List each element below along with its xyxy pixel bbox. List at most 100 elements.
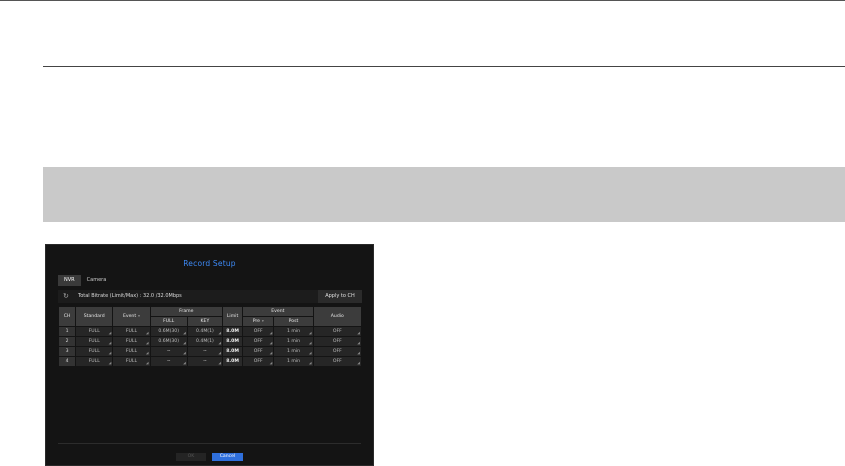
frame-full-select[interactable]: 0.6M(30) ◢ [150,337,187,346]
dropdown-arrow-icon: ◢ [108,351,112,355]
limit-cell: 8.0M [223,327,243,336]
tab-camera[interactable]: Camera [81,275,113,286]
frame-full-select[interactable]: ~ ◢ [150,357,187,366]
dropdown-arrow-icon: ◢ [357,361,360,365]
audio-select[interactable]: OFF ◢ [313,357,361,366]
dropdown-arrow-icon: ◢ [357,351,360,355]
col-header-post: Post [274,317,313,326]
table-row: 3 FULL ◢ FULL ◢ ~ ◢ ~ ◢ 8.0M OFF ◢ 1 min ◢ OFF… [59,347,361,356]
dropdown-arrow-icon: ◢ [308,361,312,365]
standard-select[interactable]: FULL ◢ [76,357,113,366]
refresh-icon[interactable]: ↻ [63,291,69,302]
pre-value: OFF [253,339,263,344]
frame-full-value: ~ [166,349,171,354]
col-header-pre[interactable]: Pre ▾ [243,317,274,326]
col-header-standard: Standard [76,307,113,326]
standard-value: FULL [88,349,100,354]
limit-cell: 8.0M [223,357,243,366]
gray-banner [43,167,845,222]
frame-key-value: ~ [202,359,207,364]
frame-full-select[interactable]: 0.6M(30) ◢ [150,327,187,336]
dropdown-arrow-icon: ◢ [269,351,273,355]
bitrate-bar: ↻ Total Bitrate (Limit/Max) : 32.0 /32.0… [58,290,362,303]
post-value: 1 min [286,329,300,334]
limit-cell: 8.0M [223,337,243,346]
audio-select[interactable]: OFF ◢ [313,347,361,356]
footer-divider [58,443,361,444]
event-select[interactable]: FULL ◢ [113,327,150,336]
chevron-down-icon: ▾ [262,319,264,323]
standard-value: FULL [88,339,100,344]
frame-full-value: 0.6M(30) [158,329,180,334]
standard-value: FULL [88,329,100,334]
pre-value: OFF [253,349,263,354]
dialog-title: Record Setup [183,259,236,268]
audio-select[interactable]: OFF ◢ [313,337,361,346]
dropdown-arrow-icon: ◢ [145,361,149,365]
dropdown-arrow-icon: ◢ [183,351,186,355]
pre-value: OFF [253,359,263,364]
audio-value: OFF [332,339,342,344]
pre-select[interactable]: OFF ◢ [243,327,274,336]
post-select[interactable]: 1 min ◢ [274,347,313,356]
dropdown-arrow-icon: ◢ [108,331,112,335]
total-bitrate-text: Total Bitrate (Limit/Max) : 32.0 /32.0Mb… [78,293,182,299]
cancel-button[interactable]: Cancel [212,453,243,461]
col-header-event[interactable]: Event ▾ [113,307,150,326]
dropdown-arrow-icon: ◢ [308,341,312,345]
ch-cell: 4 [59,357,76,366]
standard-select[interactable]: FULL ◢ [76,327,113,336]
frame-key-select[interactable]: 0.4M(1) ◢ [187,337,223,346]
col-header-audio: Audio [313,307,361,326]
tab-nvr[interactable]: NVR [58,275,81,286]
dropdown-arrow-icon: ◢ [269,341,273,345]
record-table: CH Standard Event ▾ Frame Limit Event Aud… [58,306,362,367]
top-divider [0,0,845,1]
post-select[interactable]: 1 min ◢ [274,337,313,346]
ch-cell: 2 [59,337,76,346]
ch-cell: 1 [59,327,76,336]
post-value: 1 min [286,339,300,344]
dropdown-arrow-icon: ◢ [108,361,112,365]
dropdown-arrow-icon: ◢ [218,331,222,335]
table-row: 2 FULL ◢ FULL ◢ 0.6M(30) ◢ 0.4M(1) ◢ 8.0M OF… [59,337,361,346]
pre-select[interactable]: OFF ◢ [243,337,274,346]
audio-select[interactable]: OFF ◢ [313,327,361,336]
dropdown-arrow-icon: ◢ [269,361,273,365]
dropdown-arrow-icon: ◢ [145,331,149,335]
frame-full-select[interactable]: ~ ◢ [150,347,187,356]
dropdown-arrow-icon: ◢ [218,341,222,345]
event-select[interactable]: FULL ◢ [113,347,150,356]
col-header-ch: CH [59,307,76,326]
frame-key-select[interactable]: ~ ◢ [187,357,223,366]
frame-key-select[interactable]: 0.4M(1) ◢ [187,327,223,336]
tab-bar: NVR Camera [58,275,112,286]
event-value: FULL [125,339,137,344]
event-select[interactable]: FULL ◢ [113,337,150,346]
post-select[interactable]: 1 min ◢ [274,327,313,336]
standard-select[interactable]: FULL ◢ [76,337,113,346]
apply-to-ch-button[interactable]: Apply to CH [318,290,362,303]
table-row: 1 FULL ◢ FULL ◢ 0.6M(30) ◢ 0.4M(1) ◢ 8.0M OF… [59,327,361,336]
audio-value: OFF [332,359,342,364]
pre-select[interactable]: OFF ◢ [243,357,274,366]
audio-value: OFF [332,349,342,354]
pre-select[interactable]: OFF ◢ [243,347,274,356]
table-row: 4 FULL ◢ FULL ◢ ~ ◢ ~ ◢ 8.0M OFF ◢ 1 min ◢ OFF… [59,357,361,366]
dropdown-arrow-icon: ◢ [357,331,360,335]
col-header-frame-key: KEY [187,317,223,326]
col-header-event-group: Event [243,307,313,316]
ok-button[interactable]: OK [176,453,206,461]
dropdown-arrow-icon: ◢ [145,341,149,345]
post-select[interactable]: 1 min ◢ [274,357,313,366]
frame-key-value: 0.4M(1) [196,339,214,344]
standard-value: FULL [88,359,100,364]
event-value: FULL [125,329,137,334]
chevron-down-icon: ▾ [138,314,140,318]
event-select[interactable]: FULL ◢ [113,357,150,366]
limit-cell: 8.0M [223,347,243,356]
ch-cell: 3 [59,347,76,356]
frame-key-select[interactable]: ~ ◢ [187,347,223,356]
standard-select[interactable]: FULL ◢ [76,347,113,356]
col-header-pre-label: Pre [252,319,261,324]
